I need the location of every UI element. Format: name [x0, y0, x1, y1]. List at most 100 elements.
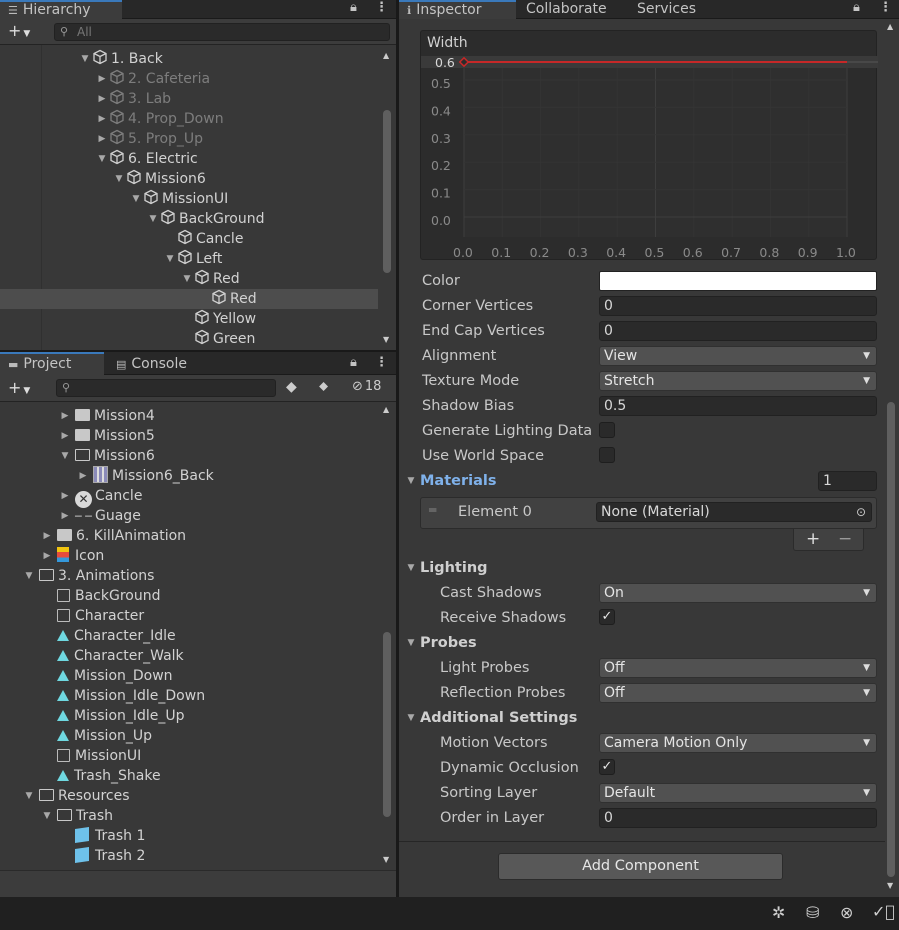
tab-inspector[interactable]: ℹ Inspector: [399, 0, 516, 19]
scroll-up-icon[interactable]: ▲: [383, 405, 389, 414]
project-item[interactable]: MissionUI: [0, 746, 378, 766]
project-scrollbar[interactable]: [383, 632, 391, 817]
expanded-arrow-icon[interactable]: ▼: [129, 189, 143, 209]
sorting-layer-dropdown[interactable]: Default ▼: [599, 783, 877, 803]
project-item[interactable]: ▶ 6. KillAnimation: [0, 526, 378, 546]
lighting-foldout[interactable]: ▼ Lighting: [408, 559, 488, 577]
hierarchy-search-input[interactable]: ⚲ All: [54, 23, 390, 41]
scroll-down-icon[interactable]: ▼: [383, 335, 389, 344]
create-asset-button[interactable]: + ▼: [8, 378, 30, 397]
element-0-field[interactable]: None (Material) ⊙: [596, 502, 872, 522]
collapsed-arrow-icon[interactable]: ▶: [95, 109, 109, 129]
width-curve-box[interactable]: Width 0.5 0.4 0.3 0.2 0.1 0.0 0.6 0.0 0.1 0.2 0.3…: [420, 30, 878, 261]
collapsed-arrow-icon[interactable]: ▶: [40, 546, 54, 566]
add-element-button[interactable]: +: [806, 529, 820, 549]
auto-generate-lighting-icon[interactable]: ⊗: [840, 903, 853, 922]
generate-lighting-checkbox[interactable]: [599, 422, 615, 438]
motion-vectors-dropdown[interactable]: Camera Motion Only ▼: [599, 733, 877, 753]
expanded-arrow-icon[interactable]: ▼: [22, 786, 36, 806]
scroll-down-icon[interactable]: ▼: [887, 881, 893, 890]
use-world-space-checkbox[interactable]: [599, 447, 615, 463]
scroll-down-icon[interactable]: ▼: [383, 855, 389, 864]
hierarchy-item[interactable]: ▼ Left: [0, 249, 378, 269]
check-circle-icon[interactable]: ✓⃝: [872, 902, 895, 921]
scroll-up-icon[interactable]: ▲: [887, 22, 893, 31]
kebab-menu-icon[interactable]: ⋮: [375, 0, 388, 15]
light-probes-dropdown[interactable]: Off ▼: [599, 658, 877, 678]
hierarchy-item[interactable]: Cancle: [0, 229, 378, 249]
hierarchy-item[interactable]: ▶ 4. Prop_Down: [0, 109, 378, 129]
project-item[interactable]: Trash 1: [0, 826, 378, 846]
hierarchy-item[interactable]: ▼ 6. Electric: [0, 149, 378, 169]
scroll-up-icon[interactable]: ▲: [383, 51, 389, 60]
expanded-arrow-icon[interactable]: ▼: [146, 209, 160, 229]
width-curve-graph[interactable]: 0.50.40.30.20.10.00.6 0.0 0.1 0.2 0.3 0.4 0.5…: [421, 31, 878, 261]
collapsed-arrow-icon[interactable]: ▶: [95, 69, 109, 89]
project-item[interactable]: ▶ Icon: [0, 546, 378, 566]
drag-handle-icon[interactable]: ═: [429, 503, 436, 517]
hierarchy-item[interactable]: Yellow: [0, 309, 378, 329]
hidden-packages-icon[interactable]: ⊘ 18: [352, 379, 381, 394]
tab-services[interactable]: Services: [629, 0, 704, 19]
collapsed-arrow-icon[interactable]: ▶: [58, 406, 72, 426]
expanded-arrow-icon[interactable]: ▼: [163, 249, 177, 269]
end-cap-vertices-field[interactable]: 0: [599, 321, 877, 341]
project-item[interactable]: ▶ Mission6_Back: [0, 466, 378, 486]
lock-icon[interactable]: 🔒︎: [350, 0, 357, 15]
expanded-arrow-icon[interactable]: ▼: [78, 49, 92, 69]
expanded-arrow-icon[interactable]: ▼: [22, 566, 36, 586]
texture-mode-dropdown[interactable]: Stretch ▼: [599, 371, 877, 391]
expanded-arrow-icon[interactable]: ▼: [180, 269, 194, 289]
materials-size-field[interactable]: 1: [818, 471, 877, 491]
materials-foldout[interactable]: ▼ Materials: [408, 472, 497, 490]
project-item[interactable]: ▶ Mission4: [0, 406, 378, 426]
shadow-bias-field[interactable]: 0.5: [599, 396, 877, 416]
remove-element-button[interactable]: −: [838, 529, 852, 549]
hierarchy-item[interactable]: ▶ 3. Lab: [0, 89, 378, 109]
color-field[interactable]: [599, 271, 877, 291]
kebab-menu-icon[interactable]: ⋮: [375, 355, 388, 370]
project-item[interactable]: Mission_Up: [0, 726, 378, 746]
cache-server-icon[interactable]: ⛁: [806, 903, 819, 922]
project-item[interactable]: ▼ Mission6: [0, 446, 378, 466]
project-item[interactable]: Trash_Shake: [0, 766, 378, 786]
order-in-layer-field[interactable]: 0: [599, 808, 877, 828]
hierarchy-item[interactable]: ▼ 1. Back: [0, 49, 378, 69]
collapsed-arrow-icon[interactable]: ▶: [76, 466, 90, 486]
project-item[interactable]: Trash 2: [0, 846, 378, 866]
expanded-arrow-icon[interactable]: ▼: [95, 149, 109, 169]
filter-by-type-icon[interactable]: ◆: [286, 379, 297, 395]
probes-foldout[interactable]: ▼ Probes: [408, 634, 477, 652]
hierarchy-scrollbar[interactable]: [383, 110, 391, 273]
project-item[interactable]: BackGround: [0, 586, 378, 606]
project-item[interactable]: Character_Walk: [0, 646, 378, 666]
project-search-input[interactable]: ⚲: [56, 379, 276, 397]
tab-collaborate[interactable]: Collaborate: [518, 0, 615, 19]
project-item[interactable]: ▼ 3. Animations: [0, 566, 378, 586]
hierarchy-item[interactable]: ▼ MissionUI: [0, 189, 378, 209]
dynamic-occlusion-checkbox[interactable]: ✓: [599, 759, 615, 775]
tab-console[interactable]: ▤ Console: [108, 352, 195, 375]
lock-icon[interactable]: 🔒︎: [853, 0, 860, 15]
collapsed-arrow-icon[interactable]: ▶: [58, 506, 72, 526]
expanded-arrow-icon[interactable]: ▼: [40, 806, 54, 826]
project-item[interactable]: ▶ Mission5: [0, 426, 378, 446]
hierarchy-item[interactable]: ▼ Mission6: [0, 169, 378, 189]
project-item[interactable]: ▶ ─ ─ Guage: [0, 506, 378, 526]
alignment-dropdown[interactable]: View ▼: [599, 346, 877, 366]
hierarchy-item[interactable]: ▶ 5. Prop_Up: [0, 129, 378, 149]
hierarchy-item[interactable]: Red: [0, 289, 378, 309]
tab-hierarchy[interactable]: ☰ Hierarchy: [0, 0, 122, 19]
filter-by-label-icon[interactable]: ⬥: [319, 379, 328, 394]
bug-icon[interactable]: ✲: [772, 903, 785, 922]
collapsed-arrow-icon[interactable]: ▶: [58, 426, 72, 446]
tab-project[interactable]: ▬ Project: [0, 352, 104, 375]
object-picker-icon[interactable]: ⊙: [856, 503, 866, 521]
hierarchy-item[interactable]: Green: [0, 329, 378, 349]
project-item[interactable]: Character: [0, 606, 378, 626]
lock-icon[interactable]: 🔒︎: [350, 355, 357, 370]
project-item[interactable]: Mission_Down: [0, 666, 378, 686]
collapsed-arrow-icon[interactable]: ▶: [95, 89, 109, 109]
additional-settings-foldout[interactable]: ▼ Additional Settings: [408, 709, 578, 727]
hierarchy-item[interactable]: ▼ Red: [0, 269, 378, 289]
